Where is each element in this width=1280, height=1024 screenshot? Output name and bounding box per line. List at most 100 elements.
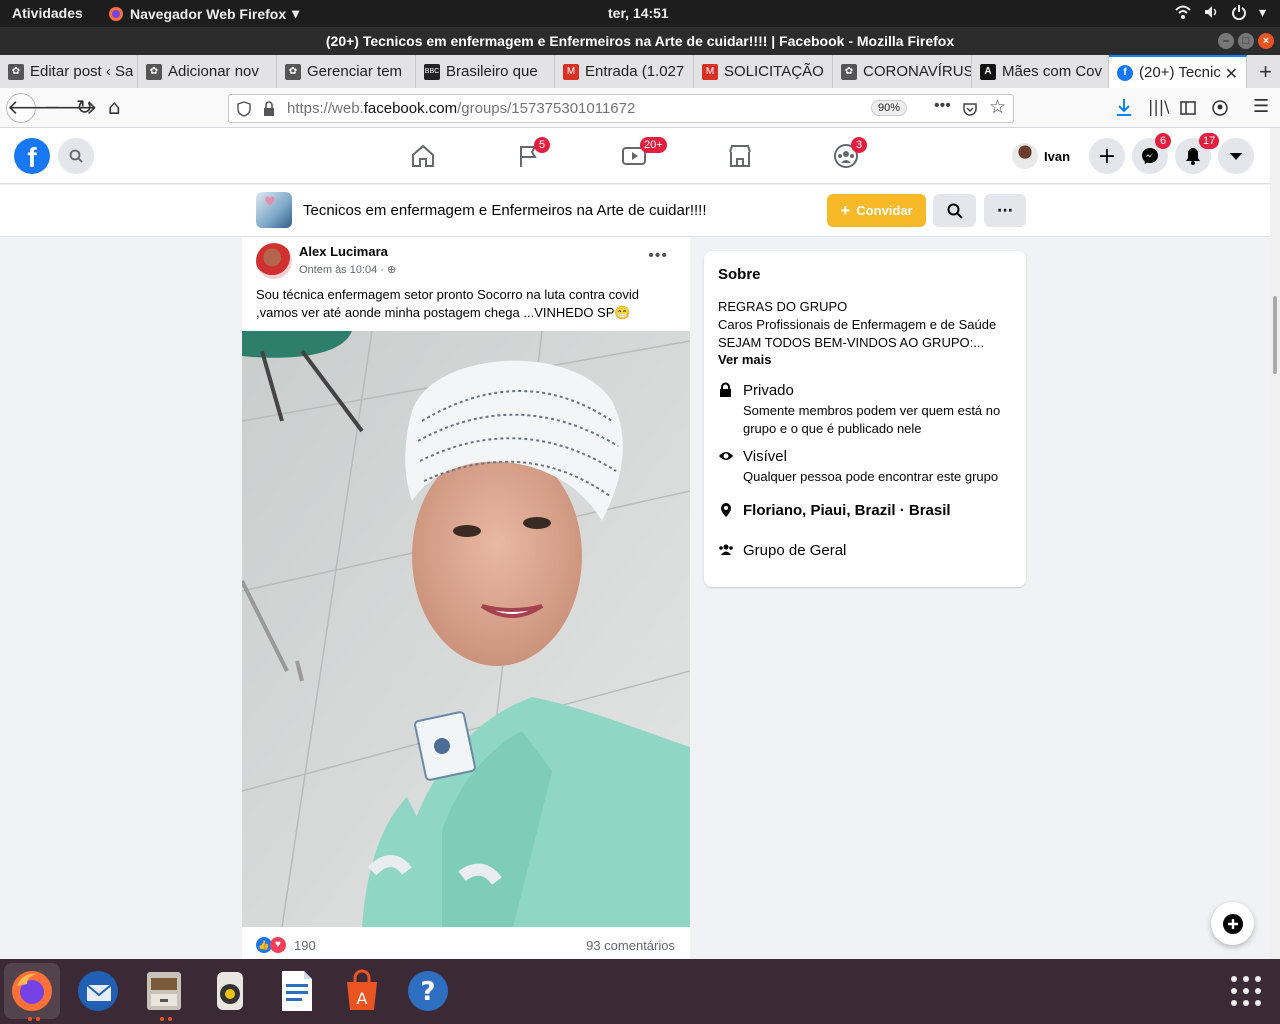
home-button[interactable]: ⌂ [108, 96, 121, 118]
post-card: Alex Lucimara Ontem às 10:04 · ⊕ ••• Sou… [242, 237, 690, 959]
scrollbar-thumb[interactable] [1273, 296, 1277, 374]
group-search-button[interactable] [933, 194, 976, 227]
menu-hamburger-icon[interactable]: ☰ [1253, 96, 1269, 118]
post-options-button[interactable]: ••• [648, 247, 668, 265]
visibility-description: Qualquer pessoa pode encontrar este grup… [743, 469, 999, 484]
shield-icon[interactable] [237, 101, 251, 117]
tab[interactable]: ✿ Editar post ‹ Sa [0, 55, 138, 88]
facebook-favicon-icon: f [1117, 64, 1133, 81]
tab[interactable]: M SOLICITAÇÃO [694, 55, 833, 88]
create-button[interactable]: + [1089, 138, 1125, 174]
dock-rhythmbox[interactable] [202, 963, 258, 1019]
app-menu[interactable]: Navegador Web Firefox ▾ [108, 5, 299, 22]
post-author[interactable]: Alex Lucimara [299, 244, 388, 259]
page-scrollbar[interactable] [1270, 128, 1280, 959]
bookmark-star-icon[interactable]: ☆ [989, 96, 1006, 119]
activities-button[interactable]: Atividades [12, 5, 83, 21]
dock-writer[interactable] [268, 963, 324, 1019]
tab[interactable]: M Entrada (1.027 [555, 55, 694, 88]
watch-badge: 20+ [640, 137, 667, 153]
plus-icon: + [1097, 143, 1117, 169]
selfie-photo [242, 331, 690, 927]
dock-software[interactable]: A [334, 963, 390, 1019]
power-icon [1231, 5, 1246, 20]
facebook-header: f 5 20+ 3 Ivan + 6 17 [0, 128, 1270, 184]
home-nav-icon[interactable] [409, 142, 437, 170]
app-grid-icon [1231, 976, 1261, 1006]
marketplace-icon[interactable] [726, 142, 754, 170]
back-button[interactable]: 🡐 [6, 93, 61, 123]
privacy-description: Somente membros podem ver quem está no g… [743, 403, 1001, 436]
eye-icon [719, 452, 733, 460]
tab-label: Adicionar nov [168, 63, 259, 80]
wifi-icon [1175, 5, 1191, 19]
system-tray[interactable]: ▾ [1175, 4, 1266, 21]
firefox-icon [12, 971, 52, 1011]
globe-icon: ⊕ [387, 264, 397, 276]
zoom-level-badge[interactable]: 90% [871, 100, 908, 116]
show-applications-button[interactable] [1218, 963, 1274, 1019]
thunderbird-icon [78, 971, 118, 1011]
messenger-icon [1142, 148, 1158, 164]
tab[interactable]: ✿ Adicionar nov [138, 55, 277, 88]
reactions-count[interactable]: 190 [294, 938, 316, 953]
tab-active[interactable]: f (20+) Tecnic ✕ [1109, 55, 1247, 88]
facebook-logo-icon[interactable]: f [14, 138, 50, 174]
profile-link[interactable]: Ivan [1012, 141, 1070, 171]
see-more-link[interactable]: Ver mais [718, 352, 772, 367]
tab[interactable]: BBC Brasileiro que [416, 55, 555, 88]
notifications-badge: 17 [1199, 133, 1220, 149]
new-message-button[interactable] [1211, 902, 1254, 945]
firefox-icon [109, 6, 123, 21]
tab[interactable]: ✿ CORONAVÍRUS [833, 55, 972, 88]
page-actions-icon[interactable]: ••• [934, 97, 951, 115]
dock-thunderbird[interactable] [70, 963, 126, 1019]
heart-icon: ♥ [264, 195, 276, 210]
maximize-button[interactable]: □ [1238, 33, 1254, 49]
lock-icon[interactable] [263, 101, 275, 117]
account-menu-button[interactable] [1218, 138, 1254, 174]
site-favicon-icon: ✿ [285, 63, 301, 80]
new-tab-button[interactable]: + [1259, 59, 1272, 85]
window-title-bar: (20+) Tecnicos em enfermagem e Enfermeir… [0, 27, 1280, 55]
dock-help[interactable]: ? [400, 963, 456, 1019]
sidebar-icon[interactable] [1180, 100, 1196, 116]
visibility-title: Visível [743, 448, 787, 465]
clock[interactable]: ter, 14:51 [608, 5, 669, 21]
comments-count[interactable]: 93 comentários [586, 938, 675, 953]
post-photo[interactable] [242, 331, 690, 927]
author-avatar[interactable] [256, 243, 292, 279]
caret-down-icon [1230, 153, 1242, 160]
url-bar[interactable]: https://web.facebook.com/groups/15737530… [228, 94, 1014, 123]
library-icon[interactable]: |||\ [1148, 96, 1170, 118]
privacy-title: Privado [743, 382, 794, 399]
dock-files[interactable] [136, 963, 192, 1021]
reaction-icons[interactable]: 👍 ♥ [256, 937, 286, 953]
close-window-button[interactable]: × [1258, 33, 1274, 49]
close-tab-icon[interactable]: ✕ [1225, 64, 1238, 84]
reload-button[interactable]: ↻ [76, 96, 93, 118]
download-icon[interactable] [1116, 98, 1132, 118]
lock-icon [720, 382, 731, 397]
gmail-favicon-icon: M [702, 63, 718, 80]
system-top-bar: Atividades Navegador Web Firefox ▾ ter, … [0, 0, 1280, 27]
post-timestamp[interactable]: Ontem às 10:04 · ⊕ [299, 263, 396, 276]
dock-firefox[interactable] [4, 963, 60, 1021]
tab[interactable]: ✿ Gerenciar tem [277, 55, 416, 88]
group-more-button[interactable]: ··· [984, 194, 1026, 227]
invite-button[interactable]: + Convidar [827, 194, 926, 227]
tab[interactable]: A Mães com Cov [972, 55, 1109, 88]
more-dots-icon: ··· [997, 202, 1013, 219]
navigation-toolbar: 🡐 🡒 ↻ ⌂ https://web.facebook.com/groups/… [0, 88, 1280, 128]
location-text[interactable]: Floriano, Piaui, Brazil · Brasil [743, 502, 951, 519]
search-button[interactable] [58, 138, 94, 174]
running-indicator [160, 1017, 164, 1021]
group-name[interactable]: Tecnicos em enfermagem e Enfermeiros na … [303, 202, 707, 219]
minimize-button[interactable]: – [1218, 33, 1234, 49]
messenger-badge: 6 [1155, 133, 1171, 149]
group-thumbnail[interactable]: ♥ [256, 192, 292, 228]
tab-strip: ✿ Editar post ‹ Sa ✿ Adicionar nov ✿ Gerenc… [0, 55, 1280, 88]
account-icon[interactable] [1212, 100, 1228, 116]
avatar [1012, 143, 1038, 169]
pocket-icon[interactable] [962, 101, 978, 117]
